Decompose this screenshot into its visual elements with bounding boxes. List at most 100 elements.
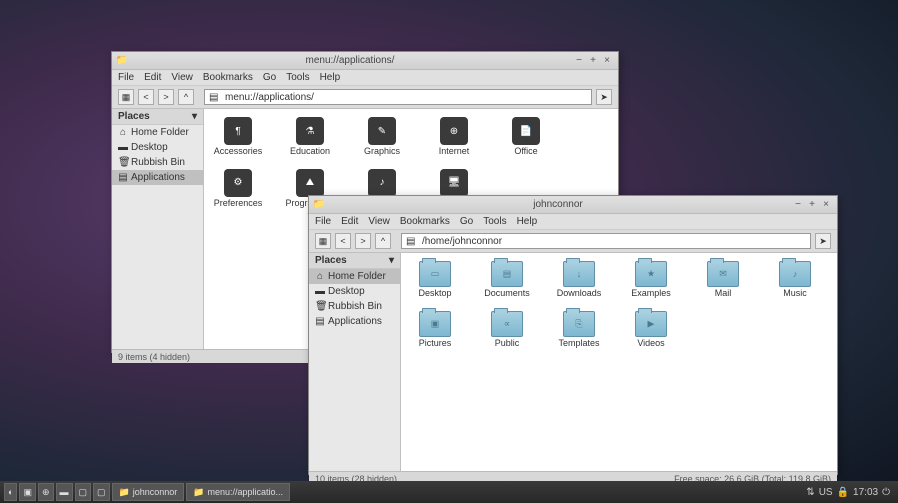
chevron-down-icon[interactable]: ▾ — [389, 255, 394, 266]
toolbar: ▦ < > ^ ▤ /home/johnconnor ➤ — [309, 230, 837, 253]
taskbar-item-apps[interactable]: 📁 menu://applicatio... — [186, 483, 290, 501]
go-button[interactable]: ➤ — [596, 89, 612, 105]
address-bar[interactable]: ▤ menu://applications/ — [204, 89, 592, 105]
sidebar-item-rubbish-bin[interactable]: 🗑Rubbish Bin — [309, 299, 400, 314]
folder-music[interactable]: ♪Music — [769, 261, 821, 299]
maximize-button[interactable]: + — [586, 55, 600, 66]
folder-mail[interactable]: ✉Mail — [697, 261, 749, 299]
keyboard-layout[interactable]: US — [819, 487, 833, 498]
folder-icon: ▤ — [209, 92, 221, 103]
maximize-button[interactable]: + — [805, 199, 819, 210]
launcher-minimize[interactable]: ▬ — [56, 483, 73, 501]
app-internet[interactable]: ⊕Internet — [428, 117, 480, 157]
menubar: File Edit View Bookmarks Go Tools Help — [112, 70, 618, 86]
folder-documents[interactable]: ▤Documents — [481, 261, 533, 299]
titlebar[interactable]: 📁 menu://applications/ − + × — [112, 52, 618, 70]
sidebar-item-label: Home Folder — [131, 127, 189, 138]
minimize-button[interactable]: − — [791, 199, 805, 210]
places-header: Places ▾ — [112, 109, 203, 125]
menu-tools[interactable]: Tools — [483, 216, 506, 227]
menu-edit[interactable]: Edit — [341, 216, 358, 227]
sidebar-item-home-folder[interactable]: ⌂Home Folder — [112, 125, 203, 140]
window-home: 📁 johnconnor − + × File Edit View Bookma… — [308, 195, 838, 475]
address-bar[interactable]: ▤ /home/johnconnor — [401, 233, 811, 249]
chevron-down-icon[interactable]: ▾ — [192, 111, 197, 122]
taskbar-item-label: johnconnor — [133, 487, 178, 497]
back-button[interactable]: < — [138, 89, 154, 105]
sidebar: Places ▾ ⌂Home Folder▬Desktop🗑Rubbish Bi… — [112, 109, 204, 349]
menu-view[interactable]: View — [368, 216, 390, 227]
folder-icon: ▣ — [419, 311, 451, 337]
folder-videos[interactable]: ▶Videos — [625, 311, 677, 349]
app-education[interactable]: ⚗Education — [284, 117, 336, 157]
menu-go[interactable]: Go — [263, 72, 276, 83]
sidebar-item-applications[interactable]: ▤Applications — [112, 170, 203, 185]
network-icon[interactable]: ⇅ — [806, 487, 814, 498]
menu-go[interactable]: Go — [460, 216, 473, 227]
sidebar-item-label: Rubbish Bin — [131, 157, 185, 168]
go-button[interactable]: ➤ — [815, 233, 831, 249]
folder-label: Downloads — [557, 289, 602, 299]
up-button[interactable]: ^ — [375, 233, 391, 249]
workspace-2[interactable]: ▢ — [93, 483, 110, 501]
folder-icon: 📁 — [313, 199, 325, 211]
menu-view[interactable]: View — [171, 72, 193, 83]
clock[interactable]: 17:03 — [853, 487, 878, 498]
app-label: Preferences — [214, 199, 263, 209]
menu-help[interactable]: Help — [320, 72, 341, 83]
folder-pictures[interactable]: ▣ Pictures — [409, 311, 461, 349]
sidebar-item-desktop[interactable]: ▬Desktop — [112, 140, 203, 155]
sidebar-item-rubbish-bin[interactable]: 🗑Rubbish Bin — [112, 155, 203, 170]
sidebar-item-applications[interactable]: ▤Applications — [309, 314, 400, 329]
place-icon: ▬ — [118, 142, 128, 153]
app-label: Office — [514, 147, 537, 157]
menu-edit[interactable]: Edit — [144, 72, 161, 83]
add-tab-button[interactable]: ▦ — [315, 233, 331, 249]
menu-bookmarks[interactable]: Bookmarks — [203, 72, 253, 83]
app-icon: ⛰ — [296, 169, 324, 197]
app-accessories[interactable]: ¶ Accessories — [212, 117, 264, 157]
app-office[interactable]: 📄 Office — [500, 117, 552, 157]
sidebar-item-label: Desktop — [328, 286, 365, 297]
launcher-browser[interactable]: ⊕ — [38, 483, 54, 501]
app-preferences[interactable]: ⚙Preferences — [212, 169, 264, 219]
minimize-button[interactable]: − — [572, 55, 586, 66]
start-button[interactable]: ◐ — [4, 483, 17, 501]
menu-file[interactable]: File — [118, 72, 134, 83]
folder-label: Templates — [558, 339, 599, 349]
forward-button[interactable]: > — [355, 233, 371, 249]
menu-file[interactable]: File — [315, 216, 331, 227]
place-icon: ⌂ — [118, 127, 128, 138]
folder-templates[interactable]: ⎘Templates — [553, 311, 605, 349]
up-button[interactable]: ^ — [178, 89, 194, 105]
menu-tools[interactable]: Tools — [286, 72, 309, 83]
app-graphics[interactable]: ✎Graphics — [356, 117, 408, 157]
titlebar[interactable]: 📁 johnconnor − + × — [309, 196, 837, 214]
folder-downloads[interactable]: ↓Downloads — [553, 261, 605, 299]
place-icon: ▬ — [315, 286, 325, 297]
taskbar-item-home[interactable]: 📁 johnconnor — [112, 483, 185, 501]
back-button[interactable]: < — [335, 233, 351, 249]
menu-help[interactable]: Help — [517, 216, 538, 227]
folder-desktop[interactable]: ▭Desktop — [409, 261, 461, 299]
forward-button[interactable]: > — [158, 89, 174, 105]
launcher-filemanager[interactable]: ▣ — [19, 483, 36, 501]
app-icon: 📄 — [512, 117, 540, 145]
app-label: Accessories — [214, 147, 263, 157]
lock-icon[interactable]: 🔒 — [837, 487, 849, 498]
workspace-1[interactable]: ▢ — [75, 483, 92, 501]
add-tab-button[interactable]: ▦ — [118, 89, 134, 105]
sidebar-item-home-folder[interactable]: ⌂Home Folder — [309, 269, 400, 284]
power-icon[interactable]: ⏻ — [882, 487, 890, 498]
window-title: johnconnor — [325, 199, 791, 210]
folder-public[interactable]: ∝Public — [481, 311, 533, 349]
sidebar-item-desktop[interactable]: ▬Desktop — [309, 284, 400, 299]
menu-bookmarks[interactable]: Bookmarks — [400, 216, 450, 227]
app-icon: ¶ — [224, 117, 252, 145]
close-button[interactable]: × — [819, 199, 833, 210]
folder-examples[interactable]: ★Examples — [625, 261, 677, 299]
close-button[interactable]: × — [600, 55, 614, 66]
folder-icon: 📁 — [119, 487, 130, 498]
folder-label: Pictures — [419, 339, 452, 349]
toolbar: ▦ < > ^ ▤ menu://applications/ ➤ — [112, 86, 618, 109]
